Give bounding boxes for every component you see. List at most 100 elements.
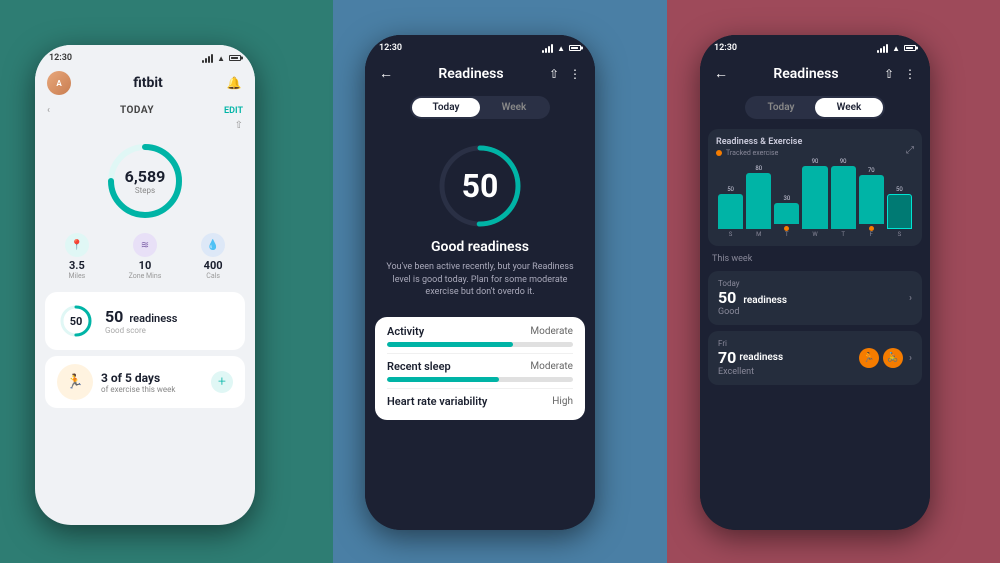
bar-value-m: 80	[755, 165, 762, 172]
fri-score-row: 70 readiness	[718, 348, 783, 367]
activity-level: Moderate	[530, 326, 573, 337]
bar-col-w: 90 W	[802, 158, 827, 238]
bar-t2	[831, 166, 856, 229]
bar-col-t1: 30 T	[774, 195, 799, 238]
tab-week-3[interactable]: Week	[815, 98, 883, 117]
cals-value: 400	[204, 259, 223, 272]
cals-icon: 💧	[201, 233, 225, 257]
exercise-total: 5	[125, 371, 132, 385]
readiness-sublabel: Good score	[105, 326, 177, 335]
status-icons-3: ▲	[877, 44, 916, 53]
today-score: 50	[718, 288, 736, 307]
exercise-left: 🏃 3 of 5 days of exercise this week	[57, 364, 175, 400]
tab-week-2[interactable]: Week	[480, 98, 548, 117]
tab-today-2[interactable]: Today	[412, 98, 480, 117]
sleep-row: Recent sleep Moderate	[387, 360, 573, 373]
bar-col-m: 80 M	[746, 165, 771, 238]
big-score-value: 50	[462, 167, 499, 205]
battery-icon-3	[904, 45, 916, 51]
back-button-3[interactable]: ←	[714, 65, 728, 82]
today-label: TODAY	[120, 105, 154, 116]
readiness-header-3: ← Readiness ⇧ ⋮	[700, 57, 930, 90]
readiness-score-small: 50	[57, 302, 95, 340]
score-title-2: Good readiness	[431, 239, 529, 255]
bar-s2	[887, 194, 912, 229]
activity-row: Activity Moderate	[387, 325, 573, 338]
sleep-name: Recent sleep	[387, 360, 451, 373]
bar-value-s1: 50	[727, 186, 734, 193]
bar-t1	[774, 203, 799, 224]
exercise-icon: 🏃	[57, 364, 93, 400]
activity-section-2: Activity Moderate Recent sleep Moderate	[375, 317, 585, 420]
exercise-of: of	[111, 371, 125, 385]
score-description-2: You've been active recently, but your Re…	[365, 255, 595, 305]
status-bar-2: 12:30 ▲	[365, 35, 595, 57]
wifi-icon-2: ▲	[557, 44, 565, 53]
expand-button[interactable]: ⤢	[906, 145, 914, 156]
bar-s1	[718, 194, 743, 229]
fri-day-label: Fri	[718, 339, 783, 348]
exercise-card[interactable]: 🏃 3 of 5 days of exercise this week +	[45, 356, 245, 408]
stat-cals: 💧 400 Cals	[201, 233, 225, 280]
chevron-right-today: ›	[909, 293, 912, 304]
tab-toggle-2: Today Week	[410, 96, 550, 119]
readiness-header-2: ← Readiness ⇧ ⋮	[365, 57, 595, 90]
header-actions-2: ⇧ ⋮	[549, 67, 581, 81]
readiness-item-fri-left: Fri 70 readiness Excellent	[718, 339, 783, 377]
hrv-row: Heart rate variability High	[387, 395, 573, 408]
bell-icon[interactable]: 🔔	[225, 74, 243, 92]
add-exercise-button[interactable]: +	[211, 371, 233, 393]
fitbit-logo: fitbit	[133, 75, 163, 91]
steps-circle: 6,589 Steps	[105, 141, 185, 221]
tab-toggle-3: Today Week	[745, 96, 885, 119]
this-week-label: This week	[700, 250, 930, 268]
bar-day-w: W	[812, 231, 817, 238]
share-button[interactable]: ⇧	[35, 120, 255, 135]
score-section-2: 50 Good readiness You've been active rec…	[365, 125, 595, 313]
readiness-card[interactable]: 50 50 readiness Good score	[45, 292, 245, 350]
metric-sleep: Recent sleep Moderate	[387, 360, 573, 382]
bar-f	[859, 175, 884, 224]
readiness-text: 50 readiness Good score	[105, 307, 177, 335]
big-score-circle: 50	[435, 141, 525, 231]
edit-button[interactable]: EDIT	[224, 106, 243, 116]
bar-day-t2: T	[841, 231, 845, 238]
miles-value: 3.5	[69, 259, 85, 272]
tab-today-3[interactable]: Today	[747, 98, 815, 117]
readiness-item-fri[interactable]: Fri 70 readiness Excellent 🏃 🚴 ›	[708, 331, 922, 385]
status-time-2: 12:30	[379, 43, 402, 53]
signal-icon-2	[542, 44, 553, 53]
bar-chart: 50 S 80 M 30 T	[716, 163, 914, 238]
header-title-2: Readiness	[438, 66, 503, 82]
run-icon: 🏃	[859, 348, 879, 368]
hrv-level: High	[552, 396, 573, 407]
readiness-label: readiness	[129, 312, 177, 325]
status-icons-2: ▲	[542, 44, 581, 53]
dark-screen-3: 12:30 ▲ ← Readiness ⇧ ⋮ Today	[700, 35, 930, 530]
avatar[interactable]: A	[47, 71, 71, 95]
status-bar-1: 12:30 ▲	[35, 45, 255, 67]
battery-icon-2	[569, 45, 581, 51]
sleep-level: Moderate	[530, 361, 573, 372]
miles-icon: 📍	[65, 233, 89, 257]
fitbit-header: A fitbit 🔔	[35, 67, 255, 101]
chart-section: Readiness & Exercise Tracked exercise ⤢ …	[708, 129, 922, 246]
metric-activity: Activity Moderate	[387, 325, 573, 347]
legend-dot	[716, 150, 722, 156]
wifi-icon: ▲	[217, 54, 225, 63]
bar-col-s1: 50 S	[718, 186, 743, 238]
share-icon-2[interactable]: ⇧	[549, 67, 559, 81]
prev-day-button[interactable]: ‹	[47, 105, 50, 116]
status-bar-3: 12:30 ▲	[700, 35, 930, 57]
share-icon-3[interactable]: ⇧	[884, 67, 894, 81]
steps-section: 6,589 Steps	[35, 135, 255, 227]
fri-level: Excellent	[718, 367, 783, 377]
more-icon-2[interactable]: ⋮	[569, 67, 581, 81]
bar-day-f: F	[870, 231, 873, 238]
more-icon-3[interactable]: ⋮	[904, 67, 916, 81]
back-button-2[interactable]: ←	[379, 65, 393, 82]
miles-unit: Miles	[68, 272, 85, 280]
status-time-1: 12:30	[49, 53, 72, 63]
readiness-item-today[interactable]: Today 50 readiness Good ›	[708, 271, 922, 325]
status-icons-1: ▲	[202, 54, 241, 63]
